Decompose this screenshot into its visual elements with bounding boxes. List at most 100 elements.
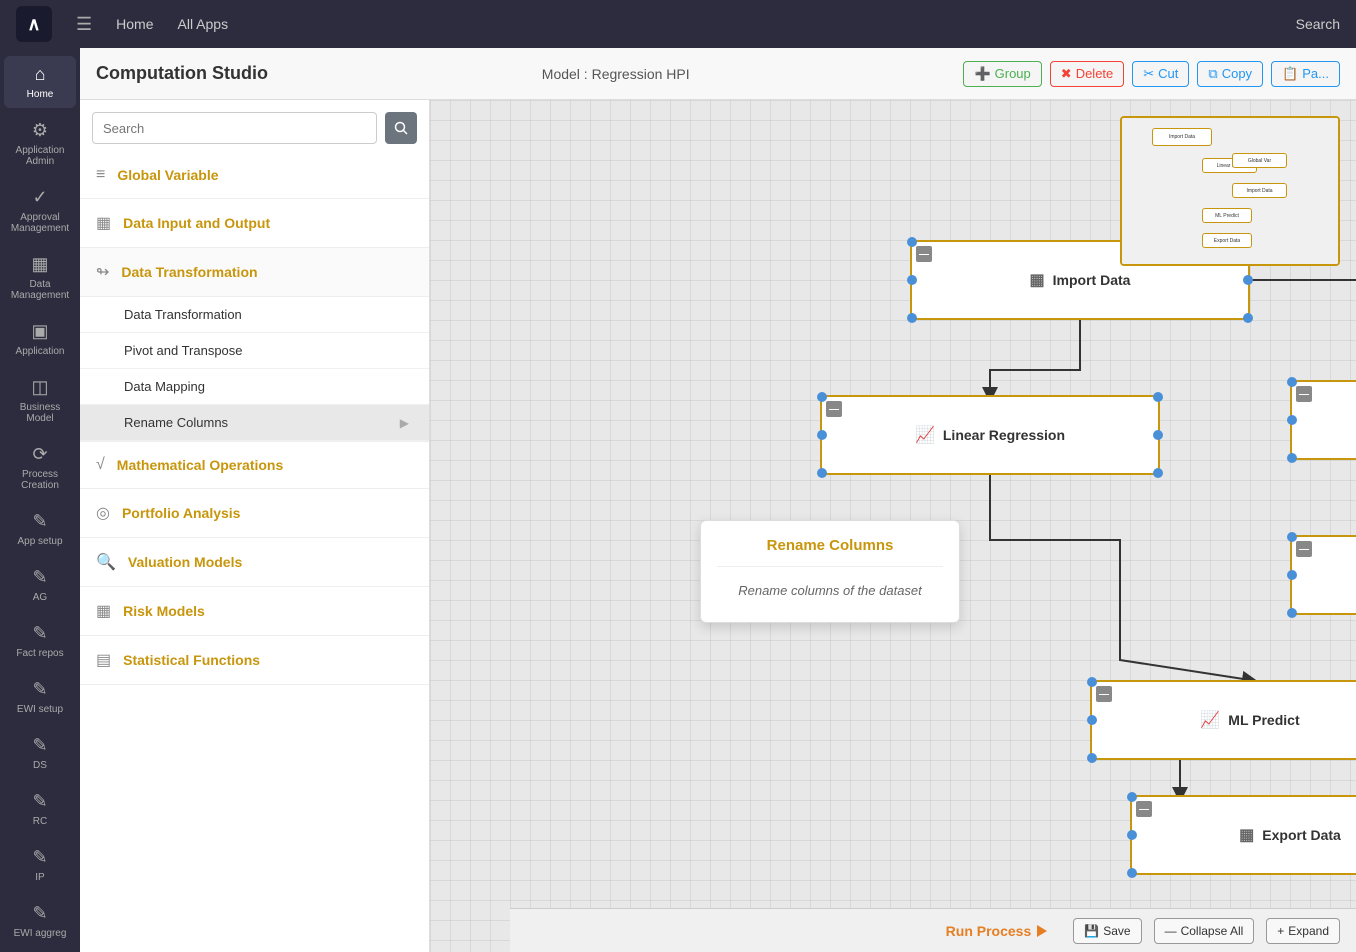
risk-icon: ▦ xyxy=(96,601,111,621)
app-header: Computation Studio Model : Regression HP… xyxy=(80,48,1356,100)
connector-dot[interactable] xyxy=(1287,415,1297,425)
connector-dot[interactable] xyxy=(1287,453,1297,463)
search-button[interactable] xyxy=(385,112,417,144)
sidebar-item-app-setup[interactable]: ✎ App setup xyxy=(4,503,76,555)
nav-allapps-link[interactable]: All Apps xyxy=(178,16,229,32)
node-collapse-btn[interactable]: — xyxy=(1296,386,1312,402)
expand-button[interactable]: + Expand xyxy=(1266,918,1340,944)
connector-dot[interactable] xyxy=(817,468,827,478)
valuation-icon: 🔍 xyxy=(96,552,116,572)
node-collapse-btn[interactable]: — xyxy=(916,246,932,262)
connector-dot[interactable] xyxy=(1287,532,1297,542)
canvas-area[interactable]: — ▦ Import Data — 📈 Linear Regression xyxy=(430,100,1356,952)
subcategory-pivot-transpose[interactable]: Pivot and Transpose xyxy=(80,333,429,369)
connector-dot[interactable] xyxy=(1127,792,1137,802)
connector-dot[interactable] xyxy=(1087,677,1097,687)
copy-icon: ⧉ xyxy=(1208,66,1217,82)
category-data-input-output[interactable]: ▦ Data Input and Output xyxy=(80,199,429,248)
save-button[interactable]: 💾 Save xyxy=(1073,918,1141,944)
connector-dot[interactable] xyxy=(1153,392,1163,402)
category-risk-models[interactable]: ▦ Risk Models xyxy=(80,587,429,636)
sidebar-item-ag[interactable]: ✎ AG xyxy=(4,559,76,611)
connector-dot[interactable] xyxy=(1087,715,1097,725)
table-icon: ▦ xyxy=(1030,270,1045,290)
connector-dot[interactable] xyxy=(1127,868,1137,878)
category-portfolio[interactable]: ◎ Portfolio Analysis xyxy=(80,489,429,538)
connector-dot[interactable] xyxy=(1243,313,1253,323)
group-button[interactable]: ➕ Group xyxy=(963,61,1041,87)
connector-dot[interactable] xyxy=(907,313,917,323)
tooltip-description: Rename columns of the dataset xyxy=(717,575,943,606)
group-icon: ➕ xyxy=(974,66,990,82)
mini-node: Global Var xyxy=(1232,153,1287,168)
sidebar-item-data-mgmt[interactable]: ▦ Data Management xyxy=(4,246,76,309)
run-process-button[interactable]: Run Process xyxy=(932,917,1062,945)
node-import-data-2[interactable]: — ▦ Import Data xyxy=(1290,535,1356,615)
category-data-transformation[interactable]: ↬ Data Transformation xyxy=(80,248,429,297)
connector-dot[interactable] xyxy=(1087,753,1097,763)
sidebar-item-ip[interactable]: ✎ IP xyxy=(4,839,76,891)
top-search-label[interactable]: Search xyxy=(1296,16,1340,32)
connector-dot[interactable] xyxy=(817,430,827,440)
statistical-icon: ▤ xyxy=(96,650,111,670)
ewi-aggreg-icon: ✎ xyxy=(32,903,47,924)
sidebar-item-fact-repos[interactable]: ✎ Fact repos xyxy=(4,615,76,667)
node-import-data-1-label: Import Data xyxy=(1053,272,1131,288)
search-icon xyxy=(394,121,408,135)
sidebar-item-home[interactable]: ⌂ Home xyxy=(4,56,76,108)
sidebar-item-app-admin[interactable]: ⚙ Application Admin xyxy=(4,112,76,175)
trend-icon: 📈 xyxy=(915,425,935,445)
category-math-ops-label: Mathematical Operations xyxy=(117,457,284,473)
connector-dot[interactable] xyxy=(1153,468,1163,478)
sidebar-item-rc[interactable]: ✎ RC xyxy=(4,783,76,835)
node-linear-regression[interactable]: — 📈 Linear Regression xyxy=(820,395,1160,475)
category-valuation[interactable]: 🔍 Valuation Models xyxy=(80,538,429,587)
sidebar-item-process[interactable]: ⟳ Process Creation xyxy=(4,436,76,499)
connector-dot[interactable] xyxy=(1153,430,1163,440)
connector-dot[interactable] xyxy=(907,237,917,247)
connector-dot[interactable] xyxy=(1287,377,1297,387)
collapse-all-button[interactable]: — Collapse All xyxy=(1154,918,1255,944)
connector-dot[interactable] xyxy=(1287,608,1297,618)
category-global-variable[interactable]: ≡ Global Variable xyxy=(80,152,429,199)
node-collapse-btn[interactable]: — xyxy=(1296,541,1312,557)
connector-dot[interactable] xyxy=(817,392,827,402)
save-label: Save xyxy=(1103,924,1130,938)
connector-dot[interactable] xyxy=(1243,275,1253,285)
connector-dot[interactable] xyxy=(907,275,917,285)
sidebar-item-ewi-setup[interactable]: ✎ EWI setup xyxy=(4,671,76,723)
nav-home-link[interactable]: Home xyxy=(116,16,153,32)
export-icon: ▦ xyxy=(1239,825,1254,845)
sidebar-item-ewi-aggreg[interactable]: ✎ EWI aggreg xyxy=(4,895,76,947)
cut-button[interactable]: ✂ Cut xyxy=(1132,61,1189,87)
sidebar-item-business-model[interactable]: ◫ Business Model xyxy=(4,369,76,432)
subcategory-data-transformation[interactable]: Data Transformation xyxy=(80,297,429,333)
sidebar-item-application[interactable]: ▣ Application xyxy=(4,313,76,365)
search-input[interactable] xyxy=(92,112,377,144)
connector-dot[interactable] xyxy=(1127,830,1137,840)
paste-button[interactable]: 📋 Pa... xyxy=(1271,61,1340,87)
sidebar-item-ds[interactable]: ✎ DS xyxy=(4,727,76,779)
node-collapse-btn[interactable]: — xyxy=(826,401,842,417)
category-math-ops[interactable]: √ Mathematical Operations xyxy=(80,442,429,489)
mini-map: Import Data Linear Reg. Global Var Impor… xyxy=(1120,116,1340,266)
delete-button[interactable]: ✖ Delete xyxy=(1050,61,1124,87)
collapse-all-label: Collapse All xyxy=(1181,924,1244,938)
subcategory-data-mapping[interactable]: Data Mapping xyxy=(80,369,429,405)
connector-dot[interactable] xyxy=(1287,570,1297,580)
business-icon: ◫ xyxy=(31,377,48,398)
mini-node: ML Predict xyxy=(1202,208,1252,223)
subcategory-rename-columns[interactable]: Rename Columns ▶ xyxy=(80,405,429,441)
category-statistical[interactable]: ▤ Statistical Functions xyxy=(80,636,429,685)
node-global-variable[interactable]: — 🗄 Global Variable xyxy=(1290,380,1356,460)
node-export-data[interactable]: — ▦ Export Data xyxy=(1130,795,1356,875)
paste-icon: 📋 xyxy=(1282,66,1298,82)
node-ml-predict[interactable]: — 📈 ML Predict xyxy=(1090,680,1356,760)
sidebar-item-approval[interactable]: ✓ Approval Management xyxy=(4,179,76,242)
hamburger-icon[interactable]: ☰ xyxy=(76,14,92,35)
node-collapse-btn[interactable]: — xyxy=(1096,686,1112,702)
node-collapse-btn[interactable]: — xyxy=(1136,801,1152,817)
play-icon xyxy=(1037,925,1047,937)
icon-sidebar: ⌂ Home ⚙ Application Admin ✓ Approval Ma… xyxy=(0,48,80,952)
copy-button[interactable]: ⧉ Copy xyxy=(1197,61,1263,87)
